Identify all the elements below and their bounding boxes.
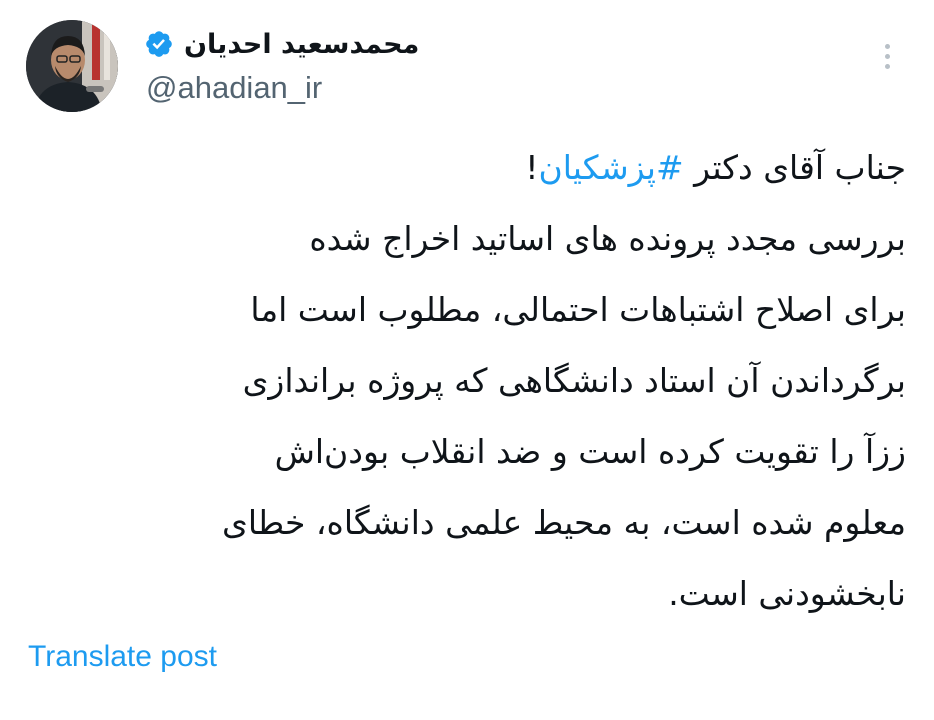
author-identity: محمدسعید احدیان @ahadian_ir [136,14,456,110]
post-line: برای اصلاح اشتباهات احتمالی، مطلوب است ا… [250,290,906,329]
post-text-segment: جناب آقای دکتر [683,148,906,187]
post-line: برگرداندن آن استاد دانشگاهی که پروژه برا… [242,361,906,400]
author-name-row: محمدسعید احدیان [144,22,460,66]
hashtag-link[interactable]: #پزشکیان [538,148,683,187]
post-line: نابخشودنی است. [668,574,906,613]
post-line: معلوم شده است، به محیط علمی دانشگاه، خطا… [222,503,906,542]
more-options-button[interactable] [872,36,902,76]
post-text-segment: ! [525,148,539,187]
more-vertical-icon-dot [884,63,890,69]
translate-post-link[interactable]: Translate post [28,640,217,674]
tweet-card: محمدسعید احدیان @ahadian_ir جناب آقای دک… [0,0,934,720]
post-line: بررسی مجدد پرونده های اساتید اخراج شده [309,219,906,258]
verified-badge-icon [146,31,172,57]
post-line: جناب آقای دکتر #پزشکیان! [60,132,906,203]
avatar[interactable] [26,20,118,112]
author-handle[interactable]: @ahadian_ir [146,70,322,106]
more-vertical-icon [884,43,890,49]
author-display-name[interactable]: محمدسعید احدیان [184,29,419,60]
post-line: ززآ را تقویت کرده است و ضد انقلاب بودن‌ا… [274,432,906,471]
profile-photo-icon [26,20,118,112]
post-text: جناب آقای دکتر #پزشکیان! بررسی مجدد پرون… [60,132,906,629]
more-vertical-icon-dot [884,53,890,59]
